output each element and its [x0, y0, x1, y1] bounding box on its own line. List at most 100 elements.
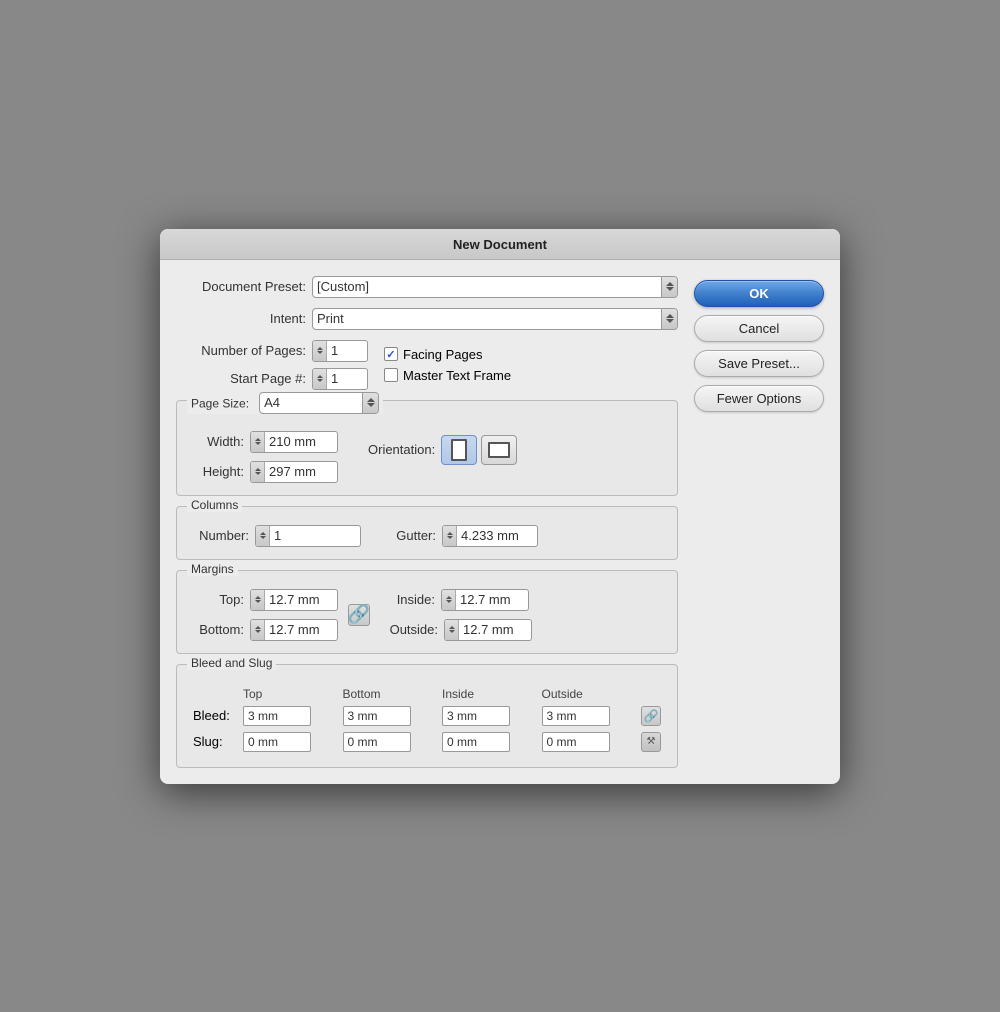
spinbox-up-icon	[255, 468, 261, 471]
spinbox-down-icon	[255, 442, 261, 445]
gutter-row: Gutter: 4.233 mm	[381, 525, 538, 547]
bleed-label: Bleed:	[193, 708, 230, 723]
slug-row: Slug: 0 mm 0 mm 0 mm 0 mm ⚒	[189, 729, 665, 755]
col-outside-header: Outside	[538, 685, 638, 703]
margin-inside-arrows[interactable]	[442, 590, 456, 610]
gutter-input[interactable]: 4.233 mm	[457, 528, 537, 543]
start-page-row: Start Page #: 1	[176, 368, 368, 390]
num-pages-spinbox[interactable]: 1	[312, 340, 368, 362]
spinbox-down-icon	[260, 536, 266, 539]
num-pages-input[interactable]: 1	[327, 343, 367, 358]
ok-button[interactable]: OK	[694, 280, 824, 307]
bleed-outside-input[interactable]: 3 mm	[542, 706, 610, 726]
width-input[interactable]: 210 mm	[265, 434, 337, 449]
slug-outside-input[interactable]: 0 mm	[542, 732, 610, 752]
margin-top-label: Top:	[189, 592, 244, 607]
start-page-label: Start Page #:	[176, 371, 306, 386]
bleed-top-input[interactable]: 3 mm	[243, 706, 311, 726]
spinbox-down-icon	[255, 472, 261, 475]
spinbox-down-icon	[447, 536, 453, 539]
slug-inside-input[interactable]: 0 mm	[442, 732, 510, 752]
margin-top-row: Top: 12.7 mm	[189, 589, 338, 611]
bleed-slug-content: Top Bottom Inside Outside Bleed: 3 mm	[189, 685, 665, 755]
master-text-frame-checkbox[interactable]	[384, 368, 398, 382]
height-input[interactable]: 297 mm	[265, 464, 337, 479]
bleed-inside-input[interactable]: 3 mm	[442, 706, 510, 726]
slug-top-input[interactable]: 0 mm	[243, 732, 311, 752]
arrow-up-icon	[666, 282, 674, 286]
landscape-button[interactable]	[481, 435, 517, 465]
width-spinbox[interactable]: 210 mm	[250, 431, 338, 453]
margin-top-spinbox[interactable]: 12.7 mm	[250, 589, 338, 611]
margin-top-input[interactable]: 12.7 mm	[265, 592, 337, 607]
page-size-fields: Width: 210 mm Height:	[189, 431, 665, 483]
margin-top-arrows[interactable]	[251, 590, 265, 610]
col-number-row: Number: 1	[189, 525, 361, 547]
intent-value: Print	[317, 311, 661, 326]
document-preset-select[interactable]: [Custom]	[312, 276, 678, 298]
width-row: Width: 210 mm	[189, 431, 338, 453]
num-pages-arrows[interactable]	[313, 341, 327, 361]
gutter-arrows[interactable]	[443, 526, 457, 546]
spinbox-up-icon	[255, 626, 261, 629]
intent-select[interactable]: Print	[312, 308, 678, 330]
width-label: Width:	[189, 434, 244, 449]
margin-inside-spinbox[interactable]: 12.7 mm	[441, 589, 529, 611]
arrow-up-icon	[666, 314, 674, 318]
margin-bottom-input[interactable]: 12.7 mm	[265, 622, 337, 637]
spinbox-up-icon	[255, 596, 261, 599]
master-text-frame-row[interactable]: Master Text Frame	[384, 368, 511, 383]
page-size-value: A4	[264, 395, 362, 410]
spinbox-down-icon	[317, 351, 323, 354]
document-preset-arrows[interactable]	[661, 277, 677, 297]
fewer-options-button[interactable]: Fewer Options	[694, 385, 824, 412]
height-spinbox[interactable]: 297 mm	[250, 461, 338, 483]
slug-link-icon[interactable]: ⚒	[641, 732, 661, 752]
height-arrows[interactable]	[251, 462, 265, 482]
checkboxes-col: Facing Pages Master Text Frame	[384, 347, 511, 383]
left-panel: Document Preset: [Custom] Intent: Print	[176, 276, 678, 768]
gutter-spinbox[interactable]: 4.233 mm	[442, 525, 538, 547]
facing-pages-checkbox[interactable]	[384, 347, 398, 361]
spinbox-down-icon	[255, 600, 261, 603]
cancel-button[interactable]: Cancel	[694, 315, 824, 342]
margin-bottom-label: Bottom:	[189, 622, 244, 637]
document-preset-label: Document Preset:	[176, 279, 306, 294]
col-number-input[interactable]: 1	[270, 528, 360, 543]
page-size-section: Page Size: A4	[176, 400, 678, 496]
margins-fields: Top: 12.7 mm Bottom:	[189, 589, 665, 641]
margin-outside-spinbox[interactable]: 12.7 mm	[444, 619, 532, 641]
bleed-bottom-input[interactable]: 3 mm	[343, 706, 411, 726]
intent-row: Intent: Print	[176, 308, 678, 330]
col-top-header: Top	[239, 685, 339, 703]
document-preset-value: [Custom]	[317, 279, 661, 294]
margin-bottom-spinbox[interactable]: 12.7 mm	[250, 619, 338, 641]
spinbox-up-icon	[447, 532, 453, 535]
slug-bottom-input[interactable]: 0 mm	[343, 732, 411, 752]
slug-break-icon: ⚒	[647, 736, 656, 747]
start-page-input[interactable]: 1	[327, 371, 367, 386]
dialog-title: New Document	[160, 229, 840, 260]
col-number-arrows[interactable]	[256, 526, 270, 546]
height-row: Height: 297 mm	[189, 461, 338, 483]
page-size-arrows[interactable]	[362, 393, 378, 413]
intent-arrows[interactable]	[661, 309, 677, 329]
save-preset-button[interactable]: Save Preset...	[694, 350, 824, 377]
start-page-spinbox[interactable]: 1	[312, 368, 368, 390]
margins-link-icon[interactable]: 🔗	[348, 604, 370, 626]
margin-outside-input[interactable]: 12.7 mm	[459, 622, 531, 637]
margin-bottom-arrows[interactable]	[251, 620, 265, 640]
width-arrows[interactable]	[251, 432, 265, 452]
spinbox-down-icon	[317, 379, 323, 382]
spinbox-up-icon	[317, 347, 323, 350]
col-number-spinbox[interactable]: 1	[255, 525, 361, 547]
start-page-arrows[interactable]	[313, 369, 327, 389]
bleed-link-icon[interactable]: 🔗	[641, 706, 661, 726]
margin-inside-input[interactable]: 12.7 mm	[456, 592, 528, 607]
page-size-select[interactable]: A4	[259, 392, 379, 414]
margin-outside-arrows[interactable]	[445, 620, 459, 640]
col-inside-header: Inside	[438, 685, 538, 703]
spinbox-up-icon	[446, 596, 452, 599]
facing-pages-row[interactable]: Facing Pages	[384, 347, 511, 362]
portrait-button[interactable]	[441, 435, 477, 465]
